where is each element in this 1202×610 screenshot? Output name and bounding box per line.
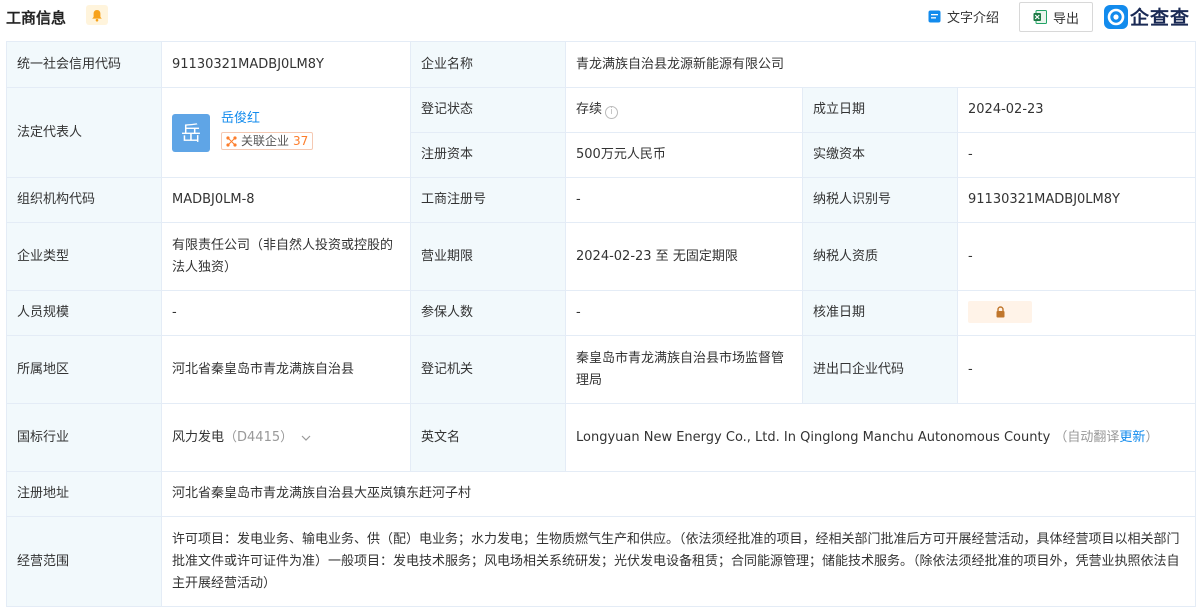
section-title: 工商信息: [6, 9, 67, 27]
reg-capital-label: 注册资本: [410, 132, 566, 178]
insured-value: -: [565, 290, 803, 336]
business-scope-label: 经营范围: [6, 516, 162, 607]
business-info-table: 统一社会信用代码 91130321MADBJ0LM8Y 企业名称 青龙满族自治县…: [6, 41, 1197, 607]
reg-status-value: 存续: [576, 102, 603, 117]
reg-address-value: 河北省秦皇岛市青龙满族自治县大巫岚镇东赶河子村: [160, 471, 1197, 517]
qcc-logo-icon: [1104, 4, 1128, 29]
english-name-label: 英文名: [410, 403, 566, 472]
table-row: 统一社会信用代码 91130321MADBJ0LM8Y 企业名称 青龙满族自治县…: [6, 41, 1197, 88]
export-label: 导出: [1052, 11, 1079, 27]
table-row: 人员规模 - 参保人数 - 核准日期: [6, 290, 1197, 336]
org-code-value: MADBJ0LM-8: [161, 177, 411, 223]
company-name-value: 青龙满族自治县龙源新能源有限公司: [564, 41, 1197, 88]
business-scope-value: 许可项目：发电业务、输电业务、供（配）电业务；水力发电；生物质燃气生产和供应。（…: [160, 516, 1197, 607]
taxpayer-id-value: 91130321MADBJ0LM8Y: [956, 177, 1197, 223]
region-value: 河北省秦皇岛市青龙满族自治县: [161, 335, 411, 404]
related-companies-badge[interactable]: 关联企业 37: [221, 132, 314, 151]
text-intro-button[interactable]: 文字介绍: [928, 7, 999, 26]
company-name-label: 企业名称: [410, 41, 566, 88]
industry-code: （D4415）: [224, 429, 294, 445]
reg-status-cell: 存续 i: [565, 87, 803, 133]
reg-address-label: 注册地址: [6, 471, 162, 517]
credit-code-value: 91130321MADBJ0LM8Y: [161, 41, 411, 88]
org-code-label: 组织机构代码: [6, 177, 162, 223]
approval-date-label: 核准日期: [802, 290, 958, 336]
paid-capital-value: -: [956, 132, 1197, 178]
industry-label: 国标行业: [6, 403, 162, 472]
lock-icon: [996, 305, 1004, 317]
legal-rep-name-link[interactable]: 岳俊红: [221, 110, 313, 128]
table-row: 组织机构代码 MADBJ0LM-8 工商注册号 - 纳税人识别号 9113032…: [6, 177, 1197, 223]
reg-capital-value: 500万元人民币: [565, 132, 803, 178]
brand-logo: 企查查: [1104, 3, 1190, 30]
table-row: 法定代表人 岳 岳俊红 关联企业 37 登记状态 存续 i 成立日期 2024-0…: [6, 87, 1197, 178]
reg-status-label: 登记状态: [410, 87, 566, 133]
bell-icon[interactable]: [86, 5, 108, 25]
legal-rep-label: 法定代表人: [6, 87, 162, 178]
info-icon[interactable]: i: [605, 106, 619, 119]
business-term-label: 营业期限: [410, 222, 566, 291]
text-intro-label: 文字介绍: [947, 11, 1000, 26]
table-row: 企业类型 有限责任公司（非自然人投资或控股的法人独资） 营业期限 2024-02…: [6, 222, 1197, 291]
vip-locked-value[interactable]: [968, 300, 1032, 323]
section-header: 工商信息 文字介绍 导出 企查查: [0, 0, 1202, 34]
related-count: 37: [293, 134, 309, 149]
auto-translate-suffix: ）: [1145, 429, 1159, 445]
brand-name: 企查查: [1130, 7, 1191, 29]
table-row: 所属地区 河北省秦皇岛市青龙满族自治县 登记机关 秦皇岛市青龙满族自治县市场监督…: [6, 335, 1197, 404]
staff-size-value: -: [161, 290, 411, 336]
chevron-down-icon[interactable]: [301, 433, 311, 443]
reg-authority-label: 登记机关: [410, 335, 566, 404]
insured-label: 参保人数: [410, 290, 566, 336]
found-date-value: 2024-02-23: [956, 87, 1197, 133]
export-button[interactable]: 导出: [1019, 2, 1093, 32]
business-term-value: 2024-02-23 至 无固定期限: [565, 222, 803, 291]
reg-no-label: 工商注册号: [410, 177, 566, 223]
taxpayer-qual-value: -: [956, 222, 1197, 291]
ie-code-value: -: [956, 335, 1197, 404]
company-type-value: 有限责任公司（非自然人投资或控股的法人独资）: [161, 222, 411, 291]
english-name-value: Longyuan New Energy Co., Ltd. In Qinglon…: [576, 429, 1051, 445]
document-icon: [928, 10, 941, 23]
taxpayer-id-label: 纳税人识别号: [802, 177, 958, 223]
region-label: 所属地区: [6, 335, 162, 404]
paid-capital-label: 实缴资本: [802, 132, 958, 178]
auto-translate-prefix: （自动翻译: [1054, 429, 1120, 445]
staff-size-label: 人员规模: [6, 290, 162, 336]
credit-code-label: 统一社会信用代码: [6, 41, 162, 88]
excel-icon: [1033, 10, 1047, 24]
english-name-cell: Longyuan New Energy Co., Ltd. In Qinglon…: [564, 403, 1197, 472]
table-row: 国标行业 风力发电 （D4415） 英文名 Longyuan New Energ…: [6, 403, 1197, 472]
company-type-label: 企业类型: [6, 222, 162, 291]
found-date-label: 成立日期: [802, 87, 958, 133]
industry-cell[interactable]: 风力发电 （D4415）: [161, 403, 411, 472]
approval-date-cell: [956, 290, 1197, 336]
ie-code-label: 进出口企业代码: [802, 335, 958, 404]
reg-no-value: -: [565, 177, 803, 223]
industry-value: 风力发电: [172, 429, 225, 445]
legal-rep-cell: 岳 岳俊红 关联企业 37: [161, 87, 411, 178]
table-row: 经营范围 许可项目：发电业务、输电业务、供（配）电业务；水力发电；生物质燃气生产…: [6, 516, 1197, 607]
avatar[interactable]: 岳: [172, 113, 210, 152]
taxpayer-qual-label: 纳税人资质: [802, 222, 958, 291]
reg-authority-value: 秦皇岛市青龙满族自治县市场监督管理局: [565, 335, 803, 404]
related-label: 关联企业: [241, 134, 290, 149]
network-icon: [226, 136, 237, 147]
update-link[interactable]: 更新: [1119, 430, 1145, 445]
table-row: 注册地址 河北省秦皇岛市青龙满族自治县大巫岚镇东赶河子村: [6, 471, 1197, 517]
